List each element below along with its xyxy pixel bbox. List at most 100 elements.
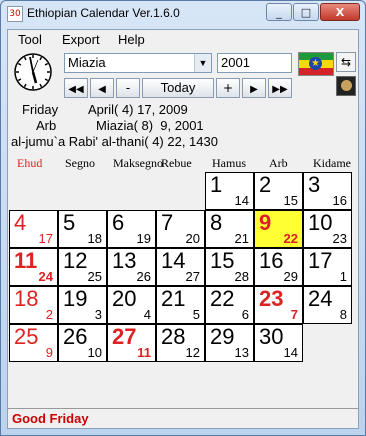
app-window: 30 Ethiopian Calendar Ver.1.6.0 _ □ X To… <box>0 0 366 436</box>
gregorian-day-number: 17 <box>38 231 53 246</box>
day-cell[interactable]: 30 14 <box>254 324 303 362</box>
day-cell[interactable]: 4 17 <box>9 210 58 248</box>
day-cell[interactable]: 17 1 <box>303 248 352 286</box>
double-left-arrow-icon: ◀◀ <box>68 84 84 95</box>
plus-button[interactable]: + <box>216 78 240 98</box>
weekday-kidame: Kidame <box>313 156 351 170</box>
maximize-button[interactable]: □ <box>293 3 319 21</box>
gregorian-weekday: Friday <box>22 102 59 117</box>
day-cell[interactable]: 22 6 <box>205 286 254 324</box>
gregorian-day-number: 10 <box>87 345 102 360</box>
month-select[interactable]: Miazia ▼ <box>64 53 212 73</box>
ethiopian-day-number: 4 <box>14 210 27 235</box>
chevron-down-icon[interactable]: ▼ <box>194 54 211 72</box>
today-button[interactable]: Today <box>142 78 214 98</box>
year-input[interactable]: 2001 <box>217 53 292 73</box>
ethiopian-day-number: 27 <box>112 324 137 349</box>
day-cell[interactable]: 25 9 <box>9 324 58 362</box>
ethiopian-day-number: 28 <box>161 324 186 349</box>
minus-button[interactable]: - <box>116 78 140 98</box>
last-button[interactable]: ▶▶ <box>268 78 292 98</box>
day-cell[interactable]: 19 3 <box>58 286 107 324</box>
ethiopian-day-number: 16 <box>259 248 284 273</box>
ethiopian-day-number: 22 <box>210 286 235 311</box>
ethiopian-day-number: 13 <box>112 248 137 273</box>
gregorian-day-number: 1 <box>339 269 347 284</box>
gregorian-day-number: 25 <box>87 269 102 284</box>
day-cell[interactable]: 1 14 <box>205 172 254 210</box>
menu-help[interactable]: Help <box>118 32 145 47</box>
gregorian-day-number: 19 <box>136 231 151 246</box>
left-arrow-icon: ◀ <box>98 84 106 95</box>
day-cell[interactable]: 27 11 <box>107 324 156 362</box>
gregorian-day-number: 14 <box>283 345 298 360</box>
day-cell[interactable]: 215 <box>254 172 303 210</box>
day-cell[interactable]: 12 25 <box>58 248 107 286</box>
menu-tool[interactable]: Tool <box>18 32 42 47</box>
day-cell[interactable]: 26 10 <box>58 324 107 362</box>
weekday-header: Ehud Segno Maksegno Rebue Hamus Arb Kidame <box>9 154 357 172</box>
day-cell[interactable]: 18 2 <box>9 286 58 324</box>
day-cell[interactable]: 21 5 <box>156 286 205 324</box>
client-area: Tool Export Help Miazia ▼ 2001 ★ ⇆ ◀◀ ◀ … <box>7 29 359 429</box>
moon-phase-icon <box>336 76 356 96</box>
menu-bar: Tool Export Help <box>8 30 358 48</box>
ethiopia-flag-icon[interactable]: ★ <box>298 52 334 76</box>
first-button[interactable]: ◀◀ <box>64 78 88 98</box>
ethiopian-day-number: 25 <box>14 324 39 349</box>
ethiopian-day-number: 29 <box>210 324 235 349</box>
ethiopian-day-number: 18 <box>14 286 39 311</box>
day-cell[interactable]: 15 28 <box>205 248 254 286</box>
gregorian-day-number: 4 <box>143 307 151 322</box>
gregorian-day-number: 24 <box>38 269 53 284</box>
ethiopian-weekday: Arb <box>36 118 57 133</box>
gregorian-day-number: 15 <box>283 193 298 208</box>
day-cell[interactable]: 3 16 <box>303 172 352 210</box>
swap-icon[interactable]: ⇆ <box>336 52 356 72</box>
gregorian-day-number: 6 <box>241 307 249 322</box>
gregorian-day-number: 26 <box>136 269 151 284</box>
day-cell[interactable]: 10 23 <box>303 210 352 248</box>
day-cell[interactable]: 29 13 <box>205 324 254 362</box>
gregorian-day-number: 5 <box>192 307 200 322</box>
day-cell[interactable]: 11 24 <box>9 248 58 286</box>
gregorian-day-number: 22 <box>283 231 298 246</box>
next-button[interactable]: ▶ <box>242 78 266 98</box>
day-cell[interactable]: 7 20 <box>156 210 205 248</box>
day-cell[interactable]: 6 19 <box>107 210 156 248</box>
day-cell[interactable]: 24 8 <box>303 286 352 324</box>
prev-button[interactable]: ◀ <box>90 78 114 98</box>
title-bar[interactable]: 30 Ethiopian Calendar Ver.1.6.0 _ □ X <box>1 1 365 27</box>
weekday-hamus: Hamus <box>212 156 246 170</box>
day-cell[interactable]: 20 4 <box>107 286 156 324</box>
day-cell[interactable]: 5 18 <box>58 210 107 248</box>
hijri-date: al-jumu`a Rabi' al-thani( 4) 22, 1430 <box>11 134 218 149</box>
gregorian-day-number: 27 <box>185 269 200 284</box>
day-cell[interactable]: 23 7 <box>254 286 303 324</box>
day-cell[interactable]: 9 22 <box>254 210 303 248</box>
minimize-button[interactable]: _ <box>266 3 292 21</box>
day-cell[interactable]: 28 12 <box>156 324 205 362</box>
weekday-rebue: Rebue <box>161 156 192 170</box>
day-cell[interactable]: 14 27 <box>156 248 205 286</box>
ethiopian-day-number: 21 <box>161 286 186 311</box>
menu-export[interactable]: Export <box>62 32 100 47</box>
window-title: Ethiopian Calendar Ver.1.6.0 <box>27 6 180 20</box>
weekday-arb: Arb <box>269 156 288 170</box>
ethiopian-day-number: 30 <box>259 324 284 349</box>
gregorian-date: April( 4) 17, 2009 <box>88 102 188 117</box>
ethiopian-day-number: 14 <box>161 248 186 273</box>
ethiopian-day-number: 1 <box>210 172 223 197</box>
day-cell[interactable]: 16 29 <box>254 248 303 286</box>
day-cell[interactable]: 8 21 <box>205 210 254 248</box>
gregorian-day-number: 16 <box>332 193 347 208</box>
day-cell[interactable]: 13 26 <box>107 248 156 286</box>
ethiopian-day-number: 7 <box>161 210 174 235</box>
gregorian-day-number: 2 <box>45 307 53 322</box>
gregorian-day-number: 21 <box>234 231 249 246</box>
ethiopian-day-number: 26 <box>63 324 88 349</box>
analog-clock-icon <box>14 53 52 91</box>
gregorian-day-number: 7 <box>290 307 298 322</box>
ethiopian-day-number: 12 <box>63 248 88 273</box>
close-button[interactable]: X <box>320 3 360 21</box>
